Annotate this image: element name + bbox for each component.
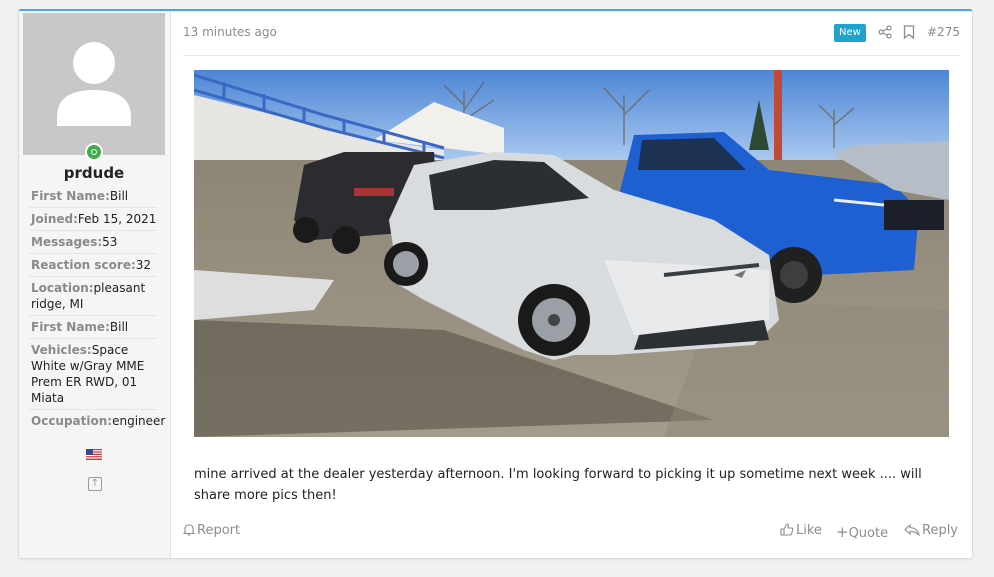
user-column: prdude First Name:Bill Joined:Feb 15, 20… bbox=[19, 11, 171, 558]
user-field: First Name:Bill bbox=[29, 315, 157, 338]
bookmark-icon[interactable] bbox=[903, 25, 915, 39]
avatar[interactable] bbox=[23, 13, 165, 155]
field-value: Feb 15, 2021 bbox=[77, 212, 157, 226]
bell-icon bbox=[182, 524, 196, 536]
user-field: First Name:Bill bbox=[29, 185, 157, 207]
user-info: First Name:Bill Joined:Feb 15, 2021 Mess… bbox=[29, 185, 165, 432]
field-value: Bill bbox=[109, 320, 129, 334]
online-status-icon bbox=[85, 143, 103, 161]
field-label: Reaction score: bbox=[31, 258, 136, 272]
field-value: Bill bbox=[109, 189, 129, 203]
user-field: Occupation:engineer bbox=[29, 409, 165, 432]
field-label: Occupation: bbox=[31, 414, 113, 428]
field-label: First Name: bbox=[31, 320, 110, 334]
field-label: Vehicles: bbox=[31, 343, 92, 357]
new-badge: New bbox=[834, 24, 866, 42]
forum-post: prdude First Name:Bill Joined:Feb 15, 20… bbox=[18, 9, 973, 559]
reply-label: Reply bbox=[922, 523, 959, 538]
reply-icon bbox=[904, 523, 920, 537]
post-timestamp[interactable]: 13 minutes ago bbox=[183, 25, 277, 39]
post-body: mine arrived at the dealer yesterday aft… bbox=[194, 467, 922, 503]
like-button[interactable]: Like bbox=[780, 523, 822, 538]
post-main: 13 minutes ago New #275 mine arrived at … bbox=[171, 11, 972, 558]
username[interactable]: prdude bbox=[19, 164, 169, 182]
field-value: 53 bbox=[102, 235, 118, 249]
field-label: First Name: bbox=[31, 189, 110, 203]
car-photo bbox=[194, 70, 949, 437]
user-field: Location:pleasant ridge, MI bbox=[29, 276, 157, 315]
post-number-link[interactable]: #275 bbox=[927, 25, 960, 39]
post-header: 13 minutes ago New #275 bbox=[183, 11, 960, 56]
user-field: Joined:Feb 15, 2021 bbox=[29, 207, 157, 230]
field-label: Messages: bbox=[31, 235, 103, 249]
thumbs-up-icon bbox=[780, 523, 794, 536]
user-field: Messages:53 bbox=[29, 230, 157, 253]
quote-label: Quote bbox=[848, 526, 889, 541]
scroll-up-icon[interactable]: ↑ bbox=[88, 477, 102, 491]
post-image[interactable] bbox=[194, 70, 949, 437]
field-label: Location: bbox=[31, 281, 94, 295]
us-flag-icon bbox=[86, 449, 102, 460]
report-button[interactable]: Report bbox=[182, 523, 241, 538]
quote-button[interactable]: +Quote bbox=[836, 523, 888, 541]
plus-icon: + bbox=[836, 523, 849, 541]
user-field: Reaction score:32 bbox=[29, 253, 157, 276]
like-label: Like bbox=[796, 523, 822, 538]
field-label: Joined: bbox=[31, 212, 78, 226]
user-field: Vehicles:Space White w/Gray MME Prem ER … bbox=[29, 338, 157, 409]
report-label: Report bbox=[197, 523, 241, 538]
share-icon[interactable] bbox=[878, 25, 892, 39]
field-value: engineer bbox=[112, 414, 166, 428]
field-value: 32 bbox=[135, 258, 152, 272]
default-avatar-icon bbox=[23, 13, 165, 155]
reply-button[interactable]: Reply bbox=[904, 523, 958, 538]
